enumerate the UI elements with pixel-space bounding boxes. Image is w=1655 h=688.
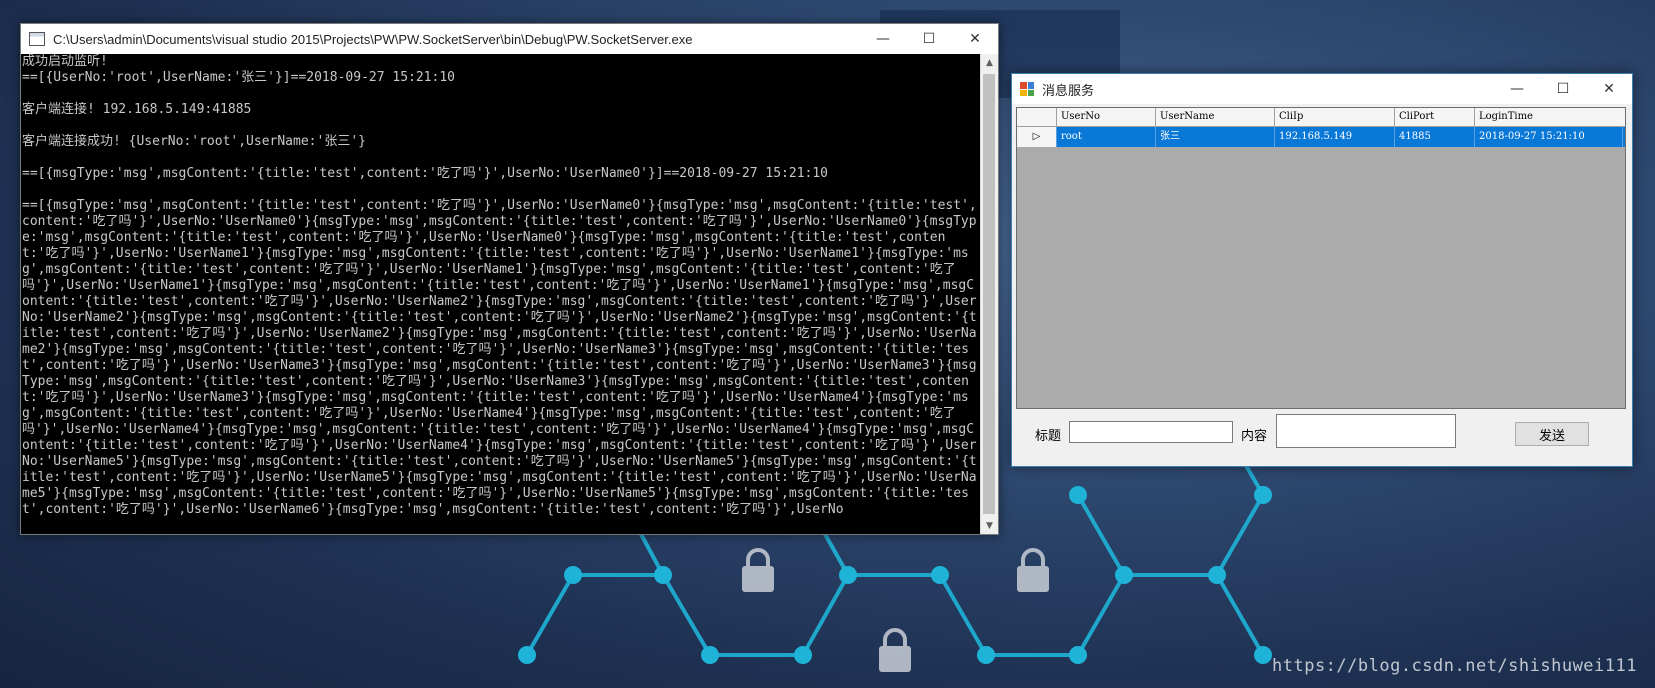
cell-logintime[interactable]: 2018-09-27 15:21:10 (1475, 127, 1623, 147)
msg-window-title: 消息服务 (1042, 83, 1095, 99)
watermark: https://blog.csdn.net/shishuwei111 (1272, 656, 1637, 676)
title-label: 标题 (1035, 429, 1062, 444)
column-header-logintime[interactable]: LoginTime (1475, 108, 1623, 126)
scroll-up-arrow-icon[interactable]: ▲ (981, 54, 998, 71)
table-row[interactable]: ▷ root 张三 192.168.5.149 41885 2018-09-27… (1017, 127, 1625, 147)
console-line: 客户端连接! 192.168.5.149:41885 (22, 102, 252, 117)
send-button[interactable]: 发送 (1515, 422, 1589, 446)
column-header-userno[interactable]: UserNo (1057, 108, 1156, 126)
client-data-grid[interactable]: UserNo UserName CliIp CliPort LoginTime … (1016, 107, 1626, 409)
winforms-app-icon (1020, 82, 1034, 96)
compose-bar: 标题 内容 发送 (1012, 414, 1632, 464)
content-label: 内容 (1241, 429, 1268, 444)
grid-header: UserNo UserName CliIp CliPort LoginTime (1017, 108, 1625, 127)
console-line: ==[{UserNo:'root',UserName:'张三'}]==2018-… (22, 70, 455, 85)
minimize-button[interactable]: — (1494, 74, 1540, 104)
column-header-cliport[interactable]: CliPort (1395, 108, 1475, 126)
column-header-username[interactable]: UserName (1156, 108, 1275, 126)
console-message-stream: ==[{msgType:'msg',msgContent:'{title:'te… (22, 198, 977, 517)
title-input[interactable] (1069, 421, 1233, 443)
console-title-bar[interactable]: C:\Users\admin\Documents\visual studio 2… (21, 24, 998, 54)
close-button[interactable]: ✕ (1586, 74, 1632, 104)
cell-cliport[interactable]: 41885 (1395, 127, 1475, 147)
grid-header-corner[interactable] (1017, 108, 1057, 126)
cell-cliip[interactable]: 192.168.5.149 (1275, 127, 1395, 147)
maximize-button[interactable]: ☐ (906, 24, 952, 54)
cell-userno[interactable]: root (1057, 127, 1156, 147)
console-output: 成功启动监听! ==[{UserNo:'root',UserName:'张三'}… (21, 54, 982, 534)
console-line: 客户端连接成功! {UserNo:'root',UserName:'张三'} (22, 134, 366, 149)
cell-username[interactable]: 张三 (1156, 127, 1275, 147)
console-window[interactable]: C:\Users\admin\Documents\visual studio 2… (20, 23, 999, 535)
maximize-button[interactable]: ☐ (1540, 74, 1586, 104)
minimize-button[interactable]: — (860, 24, 906, 54)
console-line: 成功启动监听! (22, 54, 108, 69)
message-service-window[interactable]: 消息服务 — ☐ ✕ UserNo UserName CliIp CliPort… (1011, 73, 1633, 467)
scroll-thumb[interactable] (983, 74, 995, 514)
console-line: ==[{msgType:'msg',msgContent:'{title:'te… (22, 166, 829, 181)
close-button[interactable]: ✕ (952, 24, 998, 54)
msg-title-bar[interactable]: 消息服务 — ☐ ✕ (1012, 74, 1632, 104)
column-header-cliip[interactable]: CliIp (1275, 108, 1395, 126)
console-app-icon (29, 32, 45, 46)
console-scrollbar[interactable]: ▲ ▼ (980, 54, 998, 534)
row-selector-arrow-icon[interactable]: ▷ (1017, 127, 1057, 147)
console-title: C:\Users\admin\Documents\visual studio 2… (53, 31, 693, 47)
content-textarea[interactable] (1276, 414, 1456, 448)
scroll-down-arrow-icon[interactable]: ▼ (981, 517, 998, 534)
